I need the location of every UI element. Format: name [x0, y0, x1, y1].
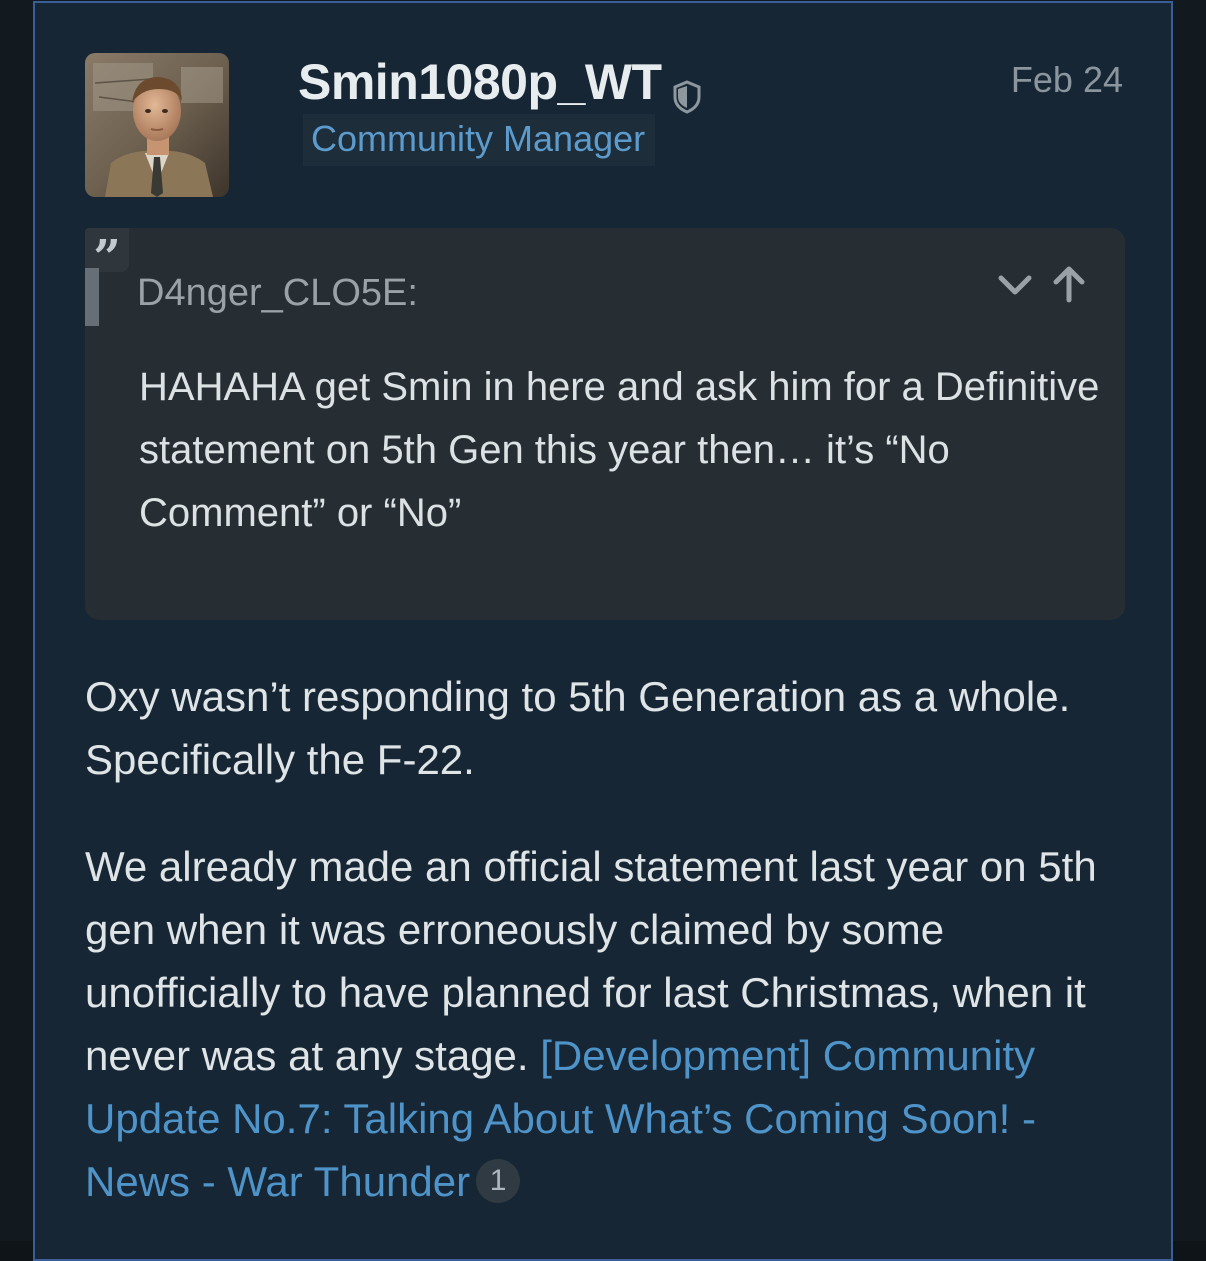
forum-post: Smin1080p_WT Community Manager Feb 24 ” …	[33, 1, 1173, 1261]
post-paragraph-1: Oxy wasn’t responding to 5th Generation …	[85, 673, 1071, 783]
arrow-up-icon[interactable]	[1049, 264, 1089, 304]
page-background: Smin1080p_WT Community Manager Feb 24 ” …	[0, 0, 1206, 1261]
quote-controls	[995, 264, 1089, 304]
user-title-badge: Community Manager	[303, 114, 656, 166]
quote-icon: ”	[85, 228, 129, 286]
quote-author[interactable]: D4nger_CLO5E:	[137, 272, 418, 315]
link-click-count: 1	[476, 1159, 521, 1203]
avatar[interactable]	[85, 53, 229, 197]
quote-block: ” D4nger_CLO5E: HAHAHA get Smin in here …	[85, 228, 1125, 620]
post-paragraph-2: We already made an official statement la…	[85, 835, 1145, 1213]
quote-text: HAHAHA get Smin in here and ask him for …	[139, 365, 1100, 535]
chevron-down-icon[interactable]	[995, 264, 1035, 304]
username-row: Smin1080p_WT	[298, 53, 702, 114]
username[interactable]: Smin1080p_WT	[298, 53, 662, 111]
post-date[interactable]: Feb 24	[1011, 59, 1123, 101]
quote-accent-bar	[85, 268, 99, 326]
shield-icon	[672, 68, 702, 114]
avatar-image	[85, 53, 229, 197]
